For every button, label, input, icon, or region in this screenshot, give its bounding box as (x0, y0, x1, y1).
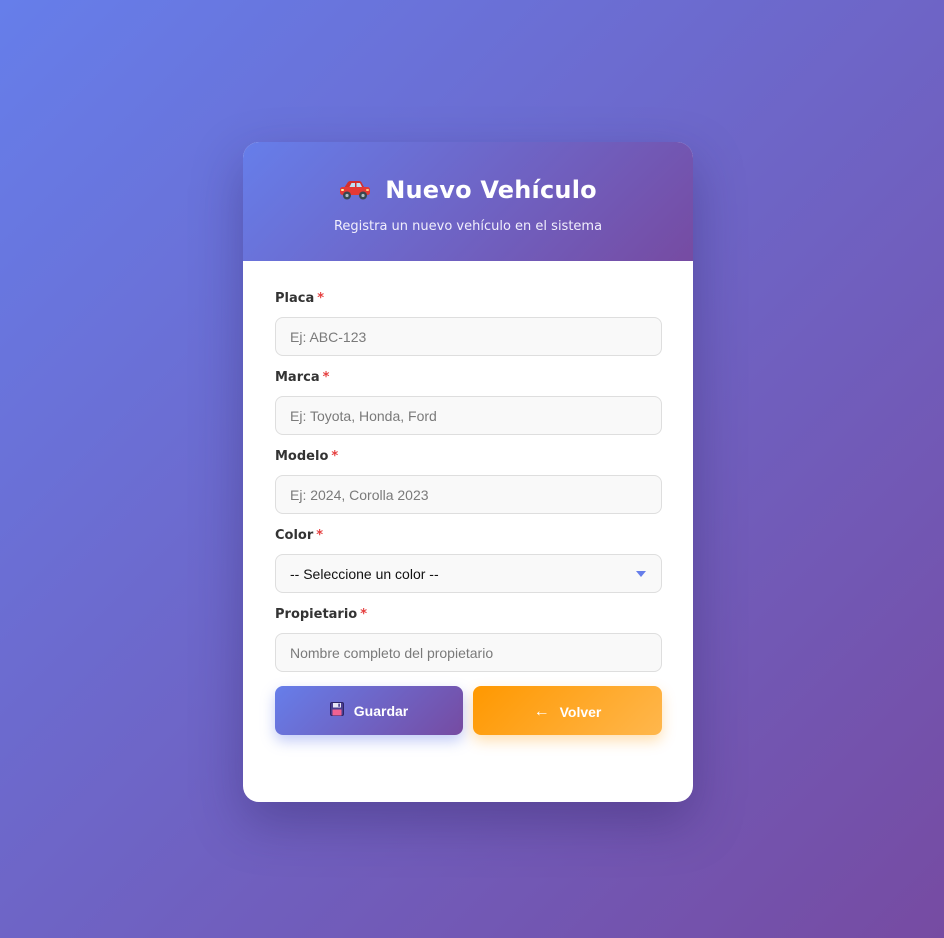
chevron-down-icon (636, 571, 646, 577)
save-button-label: Guardar (353, 702, 409, 719)
color-select-value: -- Seleccione un color -- (290, 565, 439, 582)
required-marker: * (360, 607, 368, 622)
floppy-disk-icon (329, 702, 344, 719)
vehicle-form-card: Nuevo Vehículo Registra un nuevo vehícul… (243, 142, 693, 802)
required-marker: * (316, 528, 324, 543)
required-marker: * (331, 449, 339, 464)
title-row: Nuevo Vehículo (243, 175, 693, 205)
modelo-field-group: Modelo * (275, 449, 662, 514)
placa-label: Placa * (275, 291, 662, 308)
propietario-label: Propietario * (275, 607, 662, 624)
form-actions: Guardar ← Volver (275, 686, 662, 735)
modelo-label-text: Modelo (275, 449, 329, 464)
propietario-label-text: Propietario (275, 607, 358, 622)
save-button[interactable]: Guardar (275, 686, 463, 735)
placa-label-text: Placa (275, 291, 315, 306)
car-icon (339, 179, 371, 201)
color-select-wrapper: -- Seleccione un color -- (275, 554, 662, 593)
propietario-field-group: Propietario * (275, 607, 662, 672)
marca-label: Marca * (275, 370, 662, 387)
back-button-label: Volver (559, 704, 602, 720)
color-label-text: Color (275, 528, 314, 543)
card-header: Nuevo Vehículo Registra un nuevo vehícul… (243, 142, 693, 261)
marca-input[interactable] (275, 396, 662, 435)
page-title: Nuevo Vehículo (385, 176, 597, 204)
required-marker: * (322, 370, 330, 385)
marca-label-text: Marca (275, 370, 320, 385)
placa-field-group: Placa * (275, 291, 662, 356)
required-marker: * (317, 291, 325, 306)
page-subtitle: Registra un nuevo vehículo en el sistema (333, 219, 603, 234)
color-field-group: Color * -- Seleccione un color -- (275, 528, 662, 593)
arrow-left-icon: ← (533, 703, 550, 720)
modelo-label: Modelo * (275, 449, 662, 466)
modelo-input[interactable] (275, 475, 662, 514)
propietario-input[interactable] (275, 633, 662, 672)
back-button[interactable]: ← Volver (473, 686, 662, 735)
placa-input[interactable] (275, 317, 662, 356)
color-select[interactable]: -- Seleccione un color -- (275, 554, 662, 593)
marca-field-group: Marca * (275, 370, 662, 435)
form-body: Placa* Marca* Modelo* Color* -- Seleccio… (243, 261, 693, 735)
color-label: Color * (275, 528, 662, 545)
